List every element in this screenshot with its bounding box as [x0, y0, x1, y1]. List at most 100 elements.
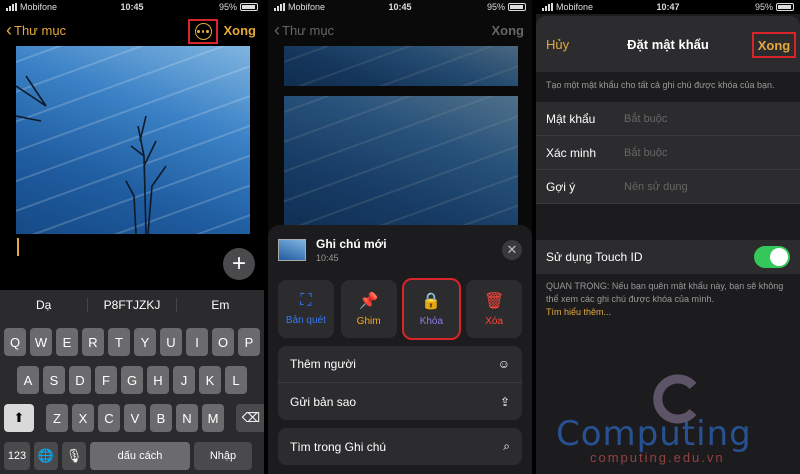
suggestion-bar: Dạ P8FTJZKJ Em	[0, 290, 264, 320]
key-l[interactable]: L	[225, 366, 247, 394]
verify-label: Xác minh	[546, 145, 597, 160]
touch-id-toggle[interactable]	[754, 246, 790, 268]
key-c[interactable]: C	[98, 404, 120, 432]
key-g[interactable]: G	[121, 366, 143, 394]
actions-sheet: Ghi chú mới 10:45 ✕ ⛶ Bản quét 📌 Ghim 🔒 …	[268, 225, 532, 474]
password-row: Mật khẩu Bắt buộc	[536, 102, 800, 136]
note-thumbnail	[278, 239, 306, 261]
add-button[interactable]: +	[223, 248, 255, 280]
cancel-button[interactable]: Hủy	[546, 37, 569, 52]
suggestion-item[interactable]: P8FTJZKJ	[88, 298, 177, 312]
done-button[interactable]: Xong	[224, 23, 257, 38]
hint-label: Gợi ý	[546, 179, 576, 194]
key-r[interactable]: R	[82, 328, 104, 356]
close-button[interactable]: ✕	[502, 240, 522, 260]
key-z[interactable]: Z	[46, 404, 68, 432]
key-q[interactable]: Q	[4, 328, 26, 356]
status-bar: Mobifone 10:45 95%	[0, 0, 264, 14]
lock-label: Khóa	[419, 316, 444, 327]
space-key[interactable]: dấu cách	[90, 442, 190, 470]
dictation-key[interactable]: 🎙	[62, 442, 86, 470]
find-label: Tìm trong Ghi chú	[290, 439, 387, 454]
numbers-key[interactable]: 123	[4, 442, 30, 470]
share-icon: ⇪	[499, 394, 510, 409]
touch-id-row: Sử dụng Touch ID	[536, 240, 800, 274]
back-button[interactable]: ‹ Thư mục	[6, 21, 66, 39]
hint-field[interactable]: Nên sử dụng	[624, 181, 688, 193]
modal-header: Hủy Đặt mật khẩu Xong	[536, 16, 800, 72]
key-x[interactable]: X	[72, 404, 94, 432]
verify-field[interactable]: Bắt buộc	[624, 147, 667, 159]
key-d[interactable]: D	[69, 366, 91, 394]
key-y[interactable]: Y	[134, 328, 156, 356]
globe-icon: 🌐	[37, 448, 55, 463]
add-person-icon: ☺	[497, 357, 510, 371]
key-o[interactable]: O	[212, 328, 234, 356]
pin-icon: 📌	[358, 293, 379, 310]
back-button[interactable]: ‹ Thư mục	[274, 21, 334, 39]
pin-button[interactable]: 📌 Ghim	[340, 280, 397, 338]
plus-icon: +	[231, 250, 246, 277]
delete-button[interactable]: 🗑 Xóa	[466, 280, 522, 338]
enter-key[interactable]: Nhập	[194, 442, 252, 470]
key-e[interactable]: E	[56, 328, 78, 356]
key-n[interactable]: N	[176, 404, 198, 432]
sheet-header: Ghi chú mới 10:45 ✕	[268, 225, 532, 275]
delete-key[interactable]: ⌫	[236, 404, 264, 432]
send-copy-label: Gửi bản sao	[290, 394, 357, 409]
menu-list: Thêm người ☺ Gửi bản sao ⇪	[278, 346, 522, 420]
nav-bar: ‹ Thư mục Xong	[0, 16, 264, 44]
password-field[interactable]: Bắt buộc	[624, 113, 667, 125]
watermark-url: computing.edu.vn	[590, 450, 725, 465]
description-text: Tạo một mật khẩu cho tất cả ghi chú được…	[546, 80, 775, 90]
status-time: 10:45	[120, 2, 144, 12]
battery-icon	[508, 3, 526, 11]
note-time: 10:45	[316, 253, 339, 263]
ellipsis-icon	[194, 23, 212, 40]
trash-icon: 🗑	[483, 293, 505, 310]
send-copy-item[interactable]: Gửi bản sao ⇪	[278, 383, 522, 420]
find-in-note-item[interactable]: Tìm trong Ghi chú ⌕	[278, 428, 522, 465]
done-button[interactable]: Xong	[492, 23, 525, 38]
key-t[interactable]: T	[108, 328, 130, 356]
verify-row: Xác minh Bắt buộc	[536, 136, 800, 170]
close-icon: ✕	[506, 242, 518, 257]
keyboard: Dạ P8FTJZKJ Em Q W E R T Y U I O P A S D…	[0, 290, 264, 474]
chevron-left-icon: ‹	[6, 20, 12, 40]
find-list: Tìm trong Ghi chú ⌕	[278, 428, 522, 465]
done-button[interactable]: Xong	[752, 32, 796, 58]
touch-id-label: Sử dụng Touch ID	[546, 250, 643, 264]
key-j[interactable]: J	[173, 366, 195, 394]
key-h[interactable]: H	[147, 366, 169, 394]
more-options-button[interactable]	[188, 19, 218, 44]
note-actions-panel: Mobifone 10:45 95% ‹ Thư mục Xong Ghi chú…	[268, 0, 532, 474]
note-image[interactable]	[16, 46, 250, 234]
add-people-label: Thêm người	[290, 357, 356, 371]
password-label: Mật khẩu	[546, 111, 596, 126]
learn-more-link[interactable]: Tìm hiểu thêm...	[546, 306, 790, 319]
suggestion-item[interactable]: Em	[177, 298, 264, 312]
add-people-item[interactable]: Thêm người ☺	[278, 346, 522, 383]
key-m[interactable]: M	[202, 404, 224, 432]
note-image	[284, 96, 518, 226]
lock-button[interactable]: 🔒 Khóa	[401, 278, 462, 340]
shift-key[interactable]: ⬆	[4, 404, 34, 432]
key-i[interactable]: I	[186, 328, 208, 356]
key-f[interactable]: F	[95, 366, 117, 394]
key-a[interactable]: A	[17, 366, 39, 394]
scan-button[interactable]: ⛶ Bản quét	[278, 280, 334, 338]
key-b[interactable]: B	[150, 404, 172, 432]
status-bar: Mobifone 10:45 95%	[268, 0, 532, 14]
key-w[interactable]: W	[30, 328, 52, 356]
key-p[interactable]: P	[238, 328, 260, 356]
globe-key[interactable]: 🌐	[34, 442, 58, 470]
status-time: 10:45	[388, 2, 412, 12]
suggestion-item[interactable]: Dạ	[0, 298, 89, 312]
key-s[interactable]: S	[43, 366, 65, 394]
key-v[interactable]: V	[124, 404, 146, 432]
key-k[interactable]: K	[199, 366, 221, 394]
plant-silhouette	[16, 75, 167, 234]
shift-icon: ⬆	[13, 410, 25, 425]
back-label: Thư mục	[282, 22, 335, 38]
key-u[interactable]: U	[160, 328, 182, 356]
